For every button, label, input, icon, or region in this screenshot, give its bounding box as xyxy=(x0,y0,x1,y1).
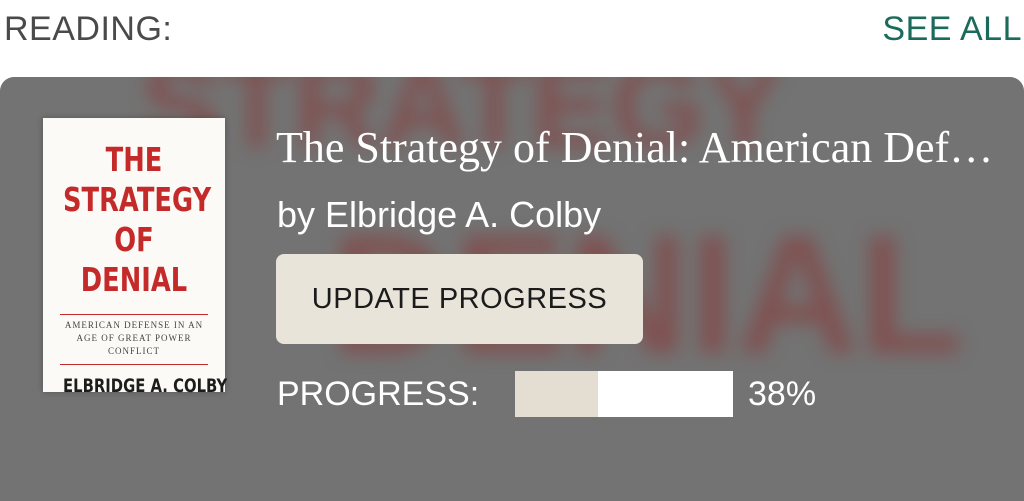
book-title[interactable]: The Strategy of Denial: American Defense… xyxy=(276,122,996,173)
book-cover[interactable]: THE STRATEGY OF DENIAL AMERICAN DEFENSE … xyxy=(43,118,227,397)
cover-author: ELBRIDGE A. COLBY xyxy=(63,375,228,397)
reading-header: READING: SEE ALL xyxy=(0,0,1024,70)
cover-divider xyxy=(60,314,208,315)
book-author: by Elbridge A. Colby xyxy=(277,194,602,235)
see-all-link[interactable]: SEE ALL xyxy=(882,10,1022,49)
progress-bar xyxy=(515,371,733,417)
currently-reading-card[interactable]: STRATEGY DENIAL THE STRATEGY OF DENIAL A… xyxy=(0,77,1024,501)
progress-bar-fill xyxy=(515,371,598,417)
update-progress-button[interactable]: UPDATE PROGRESS xyxy=(276,254,643,344)
progress-percent: 38% xyxy=(748,375,817,413)
cover-subtitle: AMERICAN DEFENSE IN AN AGE OF GREAT POWE… xyxy=(64,320,204,356)
cover-title: THE STRATEGY OF DENIAL xyxy=(63,140,212,299)
progress-label: PROGRESS: xyxy=(277,375,480,413)
cover-divider xyxy=(60,364,208,365)
section-label: READING: xyxy=(4,10,173,48)
